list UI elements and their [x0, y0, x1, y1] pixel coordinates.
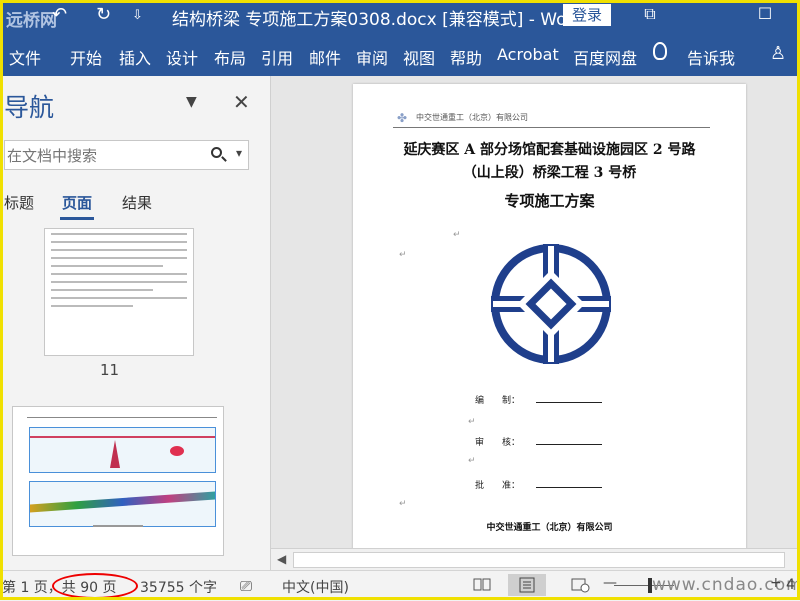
- page-thumbnail[interactable]: [12, 406, 224, 556]
- lightbulb-icon[interactable]: [653, 42, 667, 60]
- print-layout-icon[interactable]: [508, 574, 546, 596]
- nav-pane-title: 导航: [4, 93, 55, 122]
- nav-tab-headings[interactable]: 标题: [4, 192, 34, 213]
- ribbon-tabs: 文件 开始 插入 设计 布局 引用 邮件 审阅 视图 帮助 Acrobat 百度…: [0, 34, 800, 76]
- nav-tab-pages[interactable]: 页面: [62, 192, 92, 213]
- login-button[interactable]: 登录: [563, 4, 611, 26]
- doc-title-line1: 延庆赛区 A 部分场馆配套基础设施园区 2 号路: [403, 142, 696, 158]
- drawing-plan: [29, 481, 216, 527]
- tab-home[interactable]: 开始: [70, 45, 102, 69]
- document-canvas[interactable]: ✤ 中交世通重工（北京）有限公司 延庆赛区 A 部分场馆配套基础设施园区 2 号…: [271, 76, 800, 554]
- doc-subtitle: 专项施工方案: [504, 192, 595, 210]
- drawing-elevation: [29, 427, 216, 473]
- search-options-chevron-icon[interactable]: ▾: [236, 146, 242, 160]
- tab-file[interactable]: 文件: [9, 45, 41, 69]
- sig-label-review: 审 核：: [475, 438, 521, 448]
- zoom-out-button[interactable]: —: [603, 575, 617, 591]
- customize-toolbar-icon[interactable]: ⇩: [132, 8, 143, 23]
- header-rule: [393, 127, 710, 128]
- doc-title-line2: （山上段）桥梁工程 3 号桥: [462, 165, 637, 181]
- tab-mailings[interactable]: 邮件: [309, 45, 341, 69]
- tab-view[interactable]: 视图: [403, 45, 435, 69]
- ribbon-display-options-icon[interactable]: ⧉: [637, 4, 663, 26]
- thumbnail-page-number: 11: [100, 361, 120, 379]
- zoom-percentage[interactable]: 4: [786, 577, 795, 593]
- tab-help[interactable]: 帮助: [450, 45, 482, 69]
- tab-acrobat[interactable]: Acrobat: [497, 45, 559, 64]
- read-mode-icon[interactable]: [468, 574, 496, 596]
- signature-line: [536, 402, 602, 403]
- scrollbar-thumb[interactable]: [293, 552, 785, 568]
- paragraph-mark: ↵: [399, 499, 407, 509]
- horizontal-scrollbar[interactable]: ◀: [271, 548, 800, 571]
- chevron-down-icon[interactable]: ▼: [186, 94, 197, 110]
- nav-search-box[interactable]: ▾: [4, 140, 249, 171]
- word-count[interactable]: 35755 个字: [140, 577, 217, 597]
- maximize-icon[interactable]: ☐: [752, 4, 778, 26]
- company-logo: [491, 244, 611, 364]
- paragraph-mark: ↵: [399, 250, 407, 260]
- red-highlight-circle: [52, 573, 138, 599]
- header-logo-icon: ✤: [397, 111, 408, 125]
- status-bar: 第 1 页，共 90 页 35755 个字 ⎚ 中文(中国) — www.cnd…: [0, 570, 800, 601]
- drawing-caption: [93, 525, 143, 527]
- close-icon[interactable]: ✕: [233, 90, 250, 114]
- tab-references[interactable]: 引用: [261, 45, 293, 69]
- paragraph-mark: ↵: [468, 417, 476, 427]
- paragraph-mark: ↵: [468, 456, 476, 466]
- language-indicator[interactable]: 中文(中国): [282, 577, 349, 597]
- zoom-in-button[interactable]: +: [770, 575, 782, 591]
- sig-label-compile: 编 制：: [475, 396, 521, 406]
- tab-insert[interactable]: 插入: [119, 45, 151, 69]
- scroll-left-icon[interactable]: ◀: [277, 552, 286, 566]
- web-layout-icon[interactable]: [566, 574, 594, 596]
- nav-search-input[interactable]: [5, 141, 199, 171]
- tab-baidu-netdisk[interactable]: 百度网盘: [573, 45, 637, 69]
- doc-company-name: 中交世通重工（北京）有限公司: [486, 523, 613, 533]
- signature-line: [536, 487, 602, 488]
- window-title: 结构桥梁 专项施工方案0308.docx [兼容模式] - Word: [172, 10, 584, 30]
- page-thumbnail[interactable]: [44, 228, 194, 356]
- active-tab-underline: [60, 217, 94, 220]
- document-page[interactable]: ✤ 中交世通重工（北京）有限公司 延庆赛区 A 部分场馆配套基础设施园区 2 号…: [353, 84, 746, 554]
- share-user-icon[interactable]: ♙: [770, 43, 786, 64]
- search-icon[interactable]: [211, 147, 222, 158]
- undo-icon[interactable]: ↶: [52, 4, 67, 25]
- navigation-pane: 导航 ▼ ✕ ▾ 标题 页面 结果 11: [0, 76, 271, 570]
- redo-icon[interactable]: ↻: [96, 4, 111, 25]
- tab-layout[interactable]: 布局: [214, 45, 246, 69]
- site-watermark: 远桥网: [6, 11, 57, 31]
- tab-design[interactable]: 设计: [166, 45, 198, 69]
- paragraph-mark: ↵: [453, 230, 461, 240]
- nav-tab-results[interactable]: 结果: [122, 192, 152, 213]
- title-bar: 远桥网 ↶ ↻ ⇩ 结构桥梁 专项施工方案0308.docx [兼容模式] - …: [0, 0, 800, 34]
- page-header-text: 中交世通重工（北京）有限公司: [416, 113, 528, 122]
- read-aloud-icon[interactable]: ⎚: [240, 577, 252, 595]
- sig-label-approve: 批 准：: [475, 481, 521, 491]
- signature-line: [536, 444, 602, 445]
- tell-me-box[interactable]: 告诉我: [687, 45, 735, 69]
- tab-review[interactable]: 审阅: [356, 45, 388, 69]
